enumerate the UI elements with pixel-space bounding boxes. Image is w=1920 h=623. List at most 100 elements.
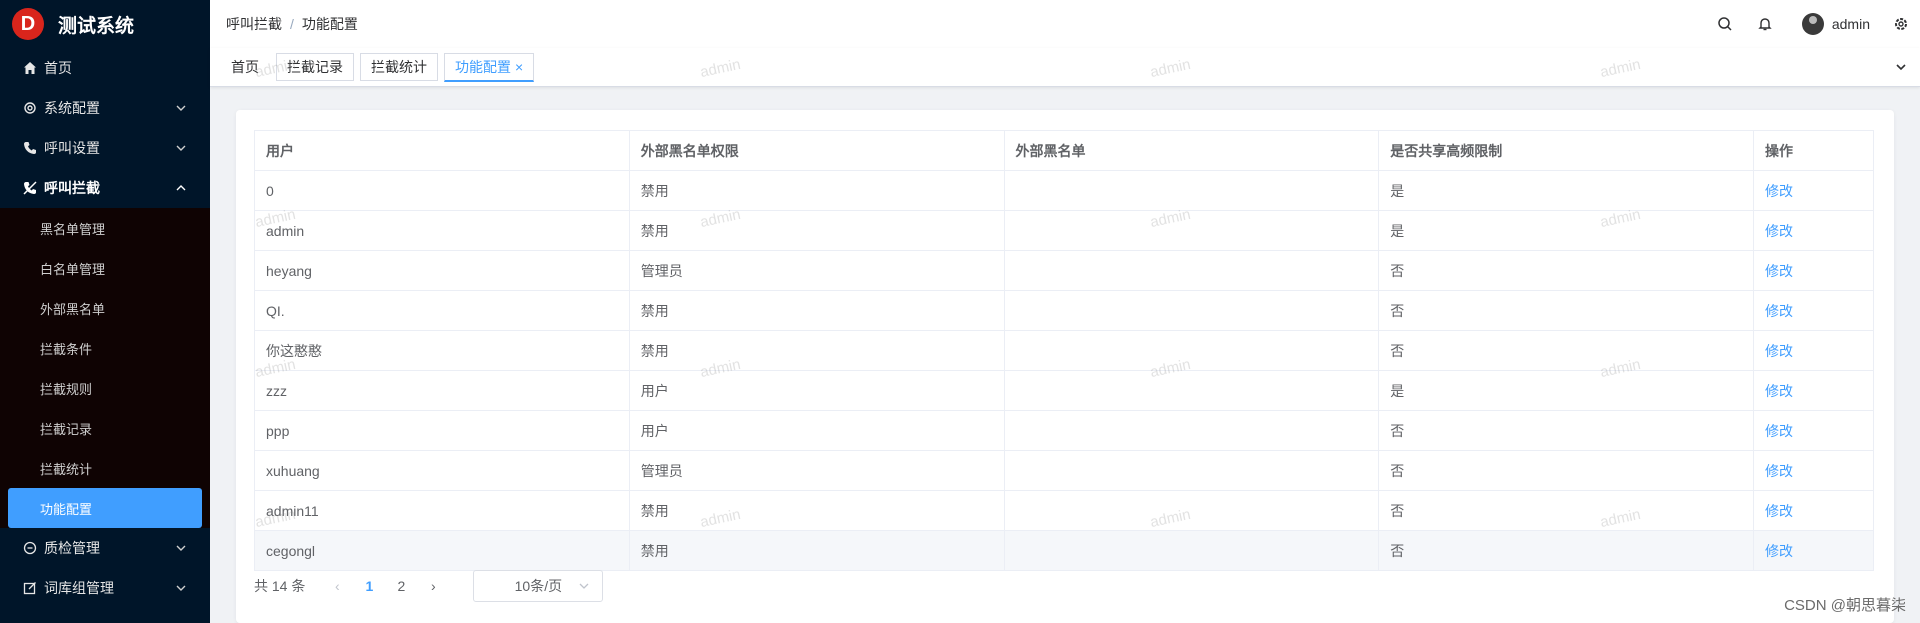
gear-icon [22, 100, 38, 116]
user-name[interactable]: admin [1832, 16, 1870, 32]
sidebar-item-system-config[interactable]: 系统配置 [0, 88, 210, 128]
table-body: 0 禁用是修改 admin 禁用是修改 heyang 管理员否修改 QI. 禁用否修改 你这憨憨… [254, 170, 1874, 571]
table-row: 0 禁用 是修改 [254, 170, 1874, 211]
prev-page-icon[interactable]: ‹ [323, 578, 351, 594]
edit-link[interactable]: 修改 [1765, 503, 1793, 519]
sidebar-item-home[interactable]: 首页 [0, 48, 210, 88]
chevron-down-icon[interactable] [1894, 60, 1908, 74]
bell-icon[interactable] [1756, 15, 1774, 33]
table-cell: 禁用 [628, 490, 1005, 531]
sidebar-item-label: 呼叫设置 [44, 140, 100, 156]
chevron-down-icon [176, 105, 186, 111]
edit-link[interactable]: 修改 [1765, 263, 1793, 279]
breadcrumb: 呼叫拦截 / 功能配置 [226, 14, 358, 34]
logo-icon: D [12, 8, 44, 40]
tab-label: 拦截记录 [287, 59, 343, 75]
edit-link[interactable]: 修改 [1765, 303, 1793, 319]
sidebar-item-call-intercept[interactable]: 呼叫拦截 [0, 168, 210, 208]
chat-icon [22, 540, 38, 556]
table-cell: zzz [254, 370, 630, 411]
table-cell: 你这憨憨 [254, 330, 630, 371]
sidebar-item-intercept-rules[interactable]: 拦截规则 [0, 368, 210, 408]
table-row: zzz 用户 是修改 [254, 370, 1874, 411]
table-cell: 禁用 [628, 530, 1005, 571]
config-table: 用户 外部黑名单权限 外部黑名单 是否共享高频限制 操作 0 禁用是修改 admin… [254, 130, 1874, 571]
table-row: xuhuang 管理员 否修改 [254, 450, 1874, 491]
chevron-up-icon [176, 185, 186, 191]
sidebar-item-intercept-records[interactable]: 拦截记录 [0, 408, 210, 448]
table-cell-actions: 修改 [1753, 210, 1874, 251]
avatar[interactable] [1801, 13, 1824, 35]
edit-link[interactable]: 修改 [1765, 423, 1793, 439]
table-cell: cegongl [254, 530, 630, 571]
table-cell: 禁用 [628, 290, 1005, 331]
table-cell: 用户 [628, 410, 1005, 451]
sidebar-item-label: 呼叫拦截 [44, 180, 100, 196]
tab-home[interactable]: 首页 [220, 53, 270, 81]
table-cell: 禁用 [628, 210, 1005, 251]
table-row: 你这憨憨 禁用 否修改 [254, 330, 1874, 371]
table-cell [1003, 330, 1380, 371]
edit-link[interactable]: 修改 [1765, 183, 1793, 199]
sidebar-item-label: 系统配置 [44, 100, 100, 116]
tab-feature-config[interactable]: 功能配置 × [444, 52, 535, 82]
settings-gear-icon[interactable] [1892, 15, 1910, 33]
edit-link[interactable]: 修改 [1765, 383, 1793, 399]
table-cell [1003, 250, 1380, 291]
table-cell [1003, 170, 1380, 211]
table-cell: 否 [1378, 250, 1755, 291]
search-icon[interactable] [1716, 15, 1734, 33]
tags-view: 首页 拦截记录 拦截统计 功能配置 × [210, 48, 1920, 87]
sidebar-item-label: 词库组管理 [44, 580, 114, 596]
table-cell: 是 [1378, 210, 1755, 251]
table-cell-actions: 修改 [1753, 410, 1874, 451]
table-row: admin11 禁用 否修改 [254, 490, 1874, 531]
page-size-select[interactable]: 10条/页 [473, 570, 604, 602]
chevron-down-icon [176, 145, 186, 151]
page-number[interactable]: 2 [387, 578, 415, 594]
table-cell: 0 [254, 170, 630, 211]
table-row: cegongl 禁用 否修改 [254, 530, 1874, 571]
tab-label: 首页 [231, 59, 259, 75]
table-row: admin 禁用 是修改 [254, 210, 1874, 251]
table-cell-actions: 修改 [1753, 370, 1874, 411]
app-logo-row[interactable]: D 测试系统 [0, 0, 210, 48]
page-number[interactable]: 1 [355, 578, 383, 594]
sidebar-item-call-settings[interactable]: 呼叫设置 [0, 128, 210, 168]
table-cell [1003, 490, 1380, 531]
sidebar-item-lexicon[interactable]: 词库组管理 [0, 568, 210, 608]
chevron-down-icon [176, 545, 186, 551]
sidebar-item-external-blacklist[interactable]: 外部黑名单 [0, 288, 210, 328]
chevron-down-icon [176, 585, 186, 591]
tab-intercept-records[interactable]: 拦截记录 [276, 53, 354, 81]
close-icon[interactable]: × [515, 59, 523, 75]
next-page-icon[interactable]: › [419, 578, 447, 594]
table-cell-actions: 修改 [1753, 530, 1874, 571]
sidebar-item-whitelist[interactable]: 白名单管理 [0, 248, 210, 288]
breadcrumb-item-current: 功能配置 [301, 16, 358, 32]
edit-link[interactable]: 修改 [1765, 543, 1793, 559]
table-cell: 用户 [628, 370, 1005, 411]
sidebar-item-intercept-conditions[interactable]: 拦截条件 [0, 328, 210, 368]
pagination-total: 共 14 条 [254, 578, 306, 594]
edit-link[interactable]: 修改 [1765, 343, 1793, 359]
table-cell: 管理员 [628, 250, 1005, 291]
edit-link[interactable]: 修改 [1765, 223, 1793, 239]
tab-intercept-stats[interactable]: 拦截统计 [360, 53, 438, 81]
column-header: 用户 [254, 130, 630, 171]
sidebar-item-feature-config[interactable]: 功能配置 [8, 488, 202, 528]
table-cell [1003, 210, 1380, 251]
table-cell [1003, 410, 1380, 451]
sidebar-item-quality[interactable]: 质检管理 [0, 528, 210, 568]
table-cell: 禁用 [628, 170, 1005, 211]
table-row: heyang 管理员 否修改 [254, 250, 1874, 291]
column-header: 外部黑名单 [1003, 130, 1380, 171]
block-call-icon [22, 180, 38, 196]
breadcrumb-item[interactable]: 呼叫拦截 [226, 14, 282, 34]
table-cell [1003, 530, 1380, 571]
table-cell: 否 [1378, 490, 1755, 531]
edit-link[interactable]: 修改 [1765, 463, 1793, 479]
table-cell [1003, 450, 1380, 491]
sidebar-item-intercept-stats[interactable]: 拦截统计 [0, 448, 210, 488]
sidebar-item-blacklist[interactable]: 黑名单管理 [0, 208, 210, 248]
